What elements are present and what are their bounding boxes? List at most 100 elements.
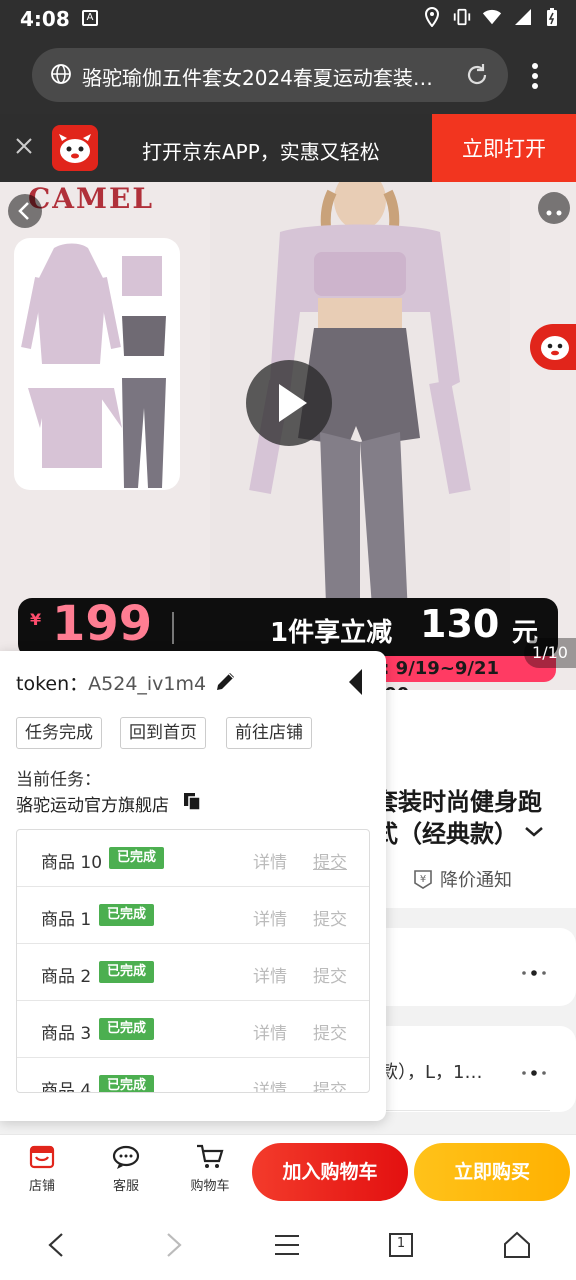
- svg-text:¥: ¥: [420, 874, 426, 885]
- go-to-shop-button[interactable]: 前往店铺: [226, 717, 312, 749]
- product-gallery[interactable]: CAMEL ¥ 199 1件享立减 130 元 9/19~9/21 1/10: [0, 182, 576, 690]
- page-title: 骆驼瑜伽五件套女2024春夏运动套装时尚健身跑步服: [82, 66, 452, 90]
- tab-count: 1: [396, 1236, 406, 1251]
- task-shop-name: 骆驼运动官方旗舰店: [16, 796, 169, 816]
- customer-service-tab[interactable]: 客服: [98, 1143, 154, 1194]
- edit-icon[interactable]: [214, 669, 238, 693]
- status-time: 4:08: [20, 7, 70, 31]
- task-row: 商品 2 已完成 详情 提交: [17, 944, 369, 1001]
- status-badge: 已完成: [99, 1075, 155, 1092]
- status-icons: [422, 6, 562, 28]
- detail-link[interactable]: 详情: [253, 1019, 287, 1044]
- outfit-pieces-image: [21, 243, 166, 488]
- promo-price-bar: ¥ 199 1件享立减 130 元: [18, 596, 558, 658]
- product-title-line1: 套装时尚健身跑: [374, 788, 542, 816]
- detail-link[interactable]: 详情: [253, 848, 287, 873]
- task-panel: token：A524_iv1m4 任务完成 回到首页 前往店铺 当前任务： 骆驼…: [0, 651, 386, 1121]
- status-badge: 已完成: [109, 847, 165, 869]
- cart-tab[interactable]: 购物车: [182, 1143, 238, 1194]
- detail-link[interactable]: 详情: [253, 1076, 287, 1092]
- divider: [374, 1110, 550, 1111]
- task-item-name: 商品 10: [41, 853, 103, 873]
- task-row: 商品 1 已完成 详情 提交: [17, 887, 369, 944]
- status-bar: 4:08 A: [0, 0, 576, 36]
- chat-icon: [112, 1145, 140, 1169]
- price-notify-label: 降价通知: [440, 870, 512, 891]
- more-dots-icon[interactable]: [520, 1062, 548, 1076]
- battery-icon: [542, 6, 562, 28]
- shop-icon: [29, 1145, 55, 1169]
- shop-tab[interactable]: 店铺: [14, 1143, 70, 1194]
- jd-logo-icon: [52, 125, 98, 171]
- cart-label: 购物车: [190, 1179, 230, 1194]
- submit-link[interactable]: 提交: [313, 1019, 347, 1044]
- currency-symbol: ¥: [30, 610, 42, 629]
- tabs-icon[interactable]: 1: [384, 1228, 418, 1262]
- back-icon[interactable]: [8, 194, 42, 228]
- price-notify-link[interactable]: ¥ 降价通知: [412, 866, 512, 892]
- task-row: 商品 4 已完成 详情 提交: [17, 1058, 369, 1093]
- service-label: 客服: [112, 1179, 139, 1194]
- token-display: token：A524_iv1m4: [16, 669, 206, 696]
- token-value: A524_iv1m4: [88, 673, 207, 695]
- globe-icon: [50, 63, 72, 89]
- chevron-down-icon[interactable]: [524, 820, 544, 844]
- vibrate-icon: [452, 6, 472, 28]
- task-row: 商品 10 已完成 详情 提交: [17, 830, 369, 887]
- submit-link[interactable]: 提交: [313, 962, 347, 987]
- outfit-thumbnail-card: [14, 238, 180, 490]
- submit-link[interactable]: 提交: [313, 848, 347, 873]
- discount-amount: 130: [420, 602, 500, 646]
- home-icon[interactable]: [500, 1228, 534, 1262]
- menu-icon[interactable]: [270, 1228, 304, 1262]
- address-bar[interactable]: 骆驼瑜伽五件套女2024春夏运动套装时尚健身跑步服: [32, 48, 508, 102]
- location-icon: [422, 6, 442, 28]
- brand-logo: CAMEL: [28, 182, 155, 215]
- more-dots-icon[interactable]: [520, 962, 548, 976]
- submit-link[interactable]: 提交: [313, 1076, 347, 1092]
- menu-dots-icon[interactable]: [530, 62, 540, 94]
- buy-now-button[interactable]: 立即购买: [414, 1143, 570, 1201]
- status-badge: 已完成: [99, 961, 155, 983]
- bottom-action-bar: 店铺 客服 购物车 加入购物车 立即购买: [0, 1134, 576, 1210]
- current-task-label: 当前任务：: [16, 770, 101, 790]
- notification-icon: A: [82, 10, 98, 26]
- collapse-panel-icon[interactable]: [346, 667, 366, 697]
- play-video-icon[interactable]: [246, 360, 332, 446]
- task-item-name: 商品 1: [41, 910, 92, 930]
- price-tag-icon: ¥: [414, 870, 432, 889]
- forward-nav-icon[interactable]: [156, 1228, 190, 1262]
- task-item-name: 商品 4: [41, 1081, 92, 1093]
- task-complete-button[interactable]: 任务完成: [16, 717, 102, 749]
- token-label: token：: [16, 673, 89, 695]
- selected-spec: 款），L，1…: [380, 1062, 483, 1083]
- submit-link[interactable]: 提交: [313, 905, 347, 930]
- detail-link[interactable]: 详情: [253, 905, 287, 930]
- more-icon[interactable]: [538, 192, 570, 224]
- image-page-counter: 1/10: [524, 638, 576, 668]
- copy-icon[interactable]: [182, 791, 202, 811]
- status-badge: 已完成: [99, 904, 155, 926]
- reload-icon[interactable]: [464, 62, 490, 92]
- task-item-name: 商品 3: [41, 1024, 92, 1044]
- jd-float-icon[interactable]: [530, 324, 576, 370]
- product-title-line2: 式（经典款）: [374, 820, 518, 848]
- back-home-button[interactable]: 回到首页: [120, 717, 206, 749]
- add-to-cart-button[interactable]: 加入购物车: [252, 1143, 408, 1201]
- wifi-icon: [482, 6, 502, 28]
- banner-text: 打开京东APP，实惠又轻松: [142, 140, 380, 164]
- browser-nav-bar: 1: [0, 1210, 576, 1280]
- task-row: 商品 3 已完成 详情 提交: [17, 1001, 369, 1058]
- close-icon[interactable]: [14, 136, 34, 156]
- signal-icon: [512, 6, 532, 28]
- promo-text: 1件享立减: [270, 618, 393, 648]
- back-nav-icon[interactable]: [40, 1228, 74, 1262]
- task-item-list[interactable]: 商品 10 已完成 详情 提交 商品 1 已完成 详情 提交 商品 2 已完成 …: [16, 829, 370, 1093]
- open-app-button[interactable]: 立即打开: [432, 114, 576, 182]
- task-item-name: 商品 2: [41, 967, 92, 987]
- promo-price: 199: [52, 596, 153, 652]
- detail-link[interactable]: 详情: [253, 962, 287, 987]
- app-download-banner: 打开京东APP，实惠又轻松 立即打开: [0, 114, 576, 182]
- shop-label: 店铺: [28, 1179, 55, 1194]
- cart-icon: [197, 1144, 224, 1168]
